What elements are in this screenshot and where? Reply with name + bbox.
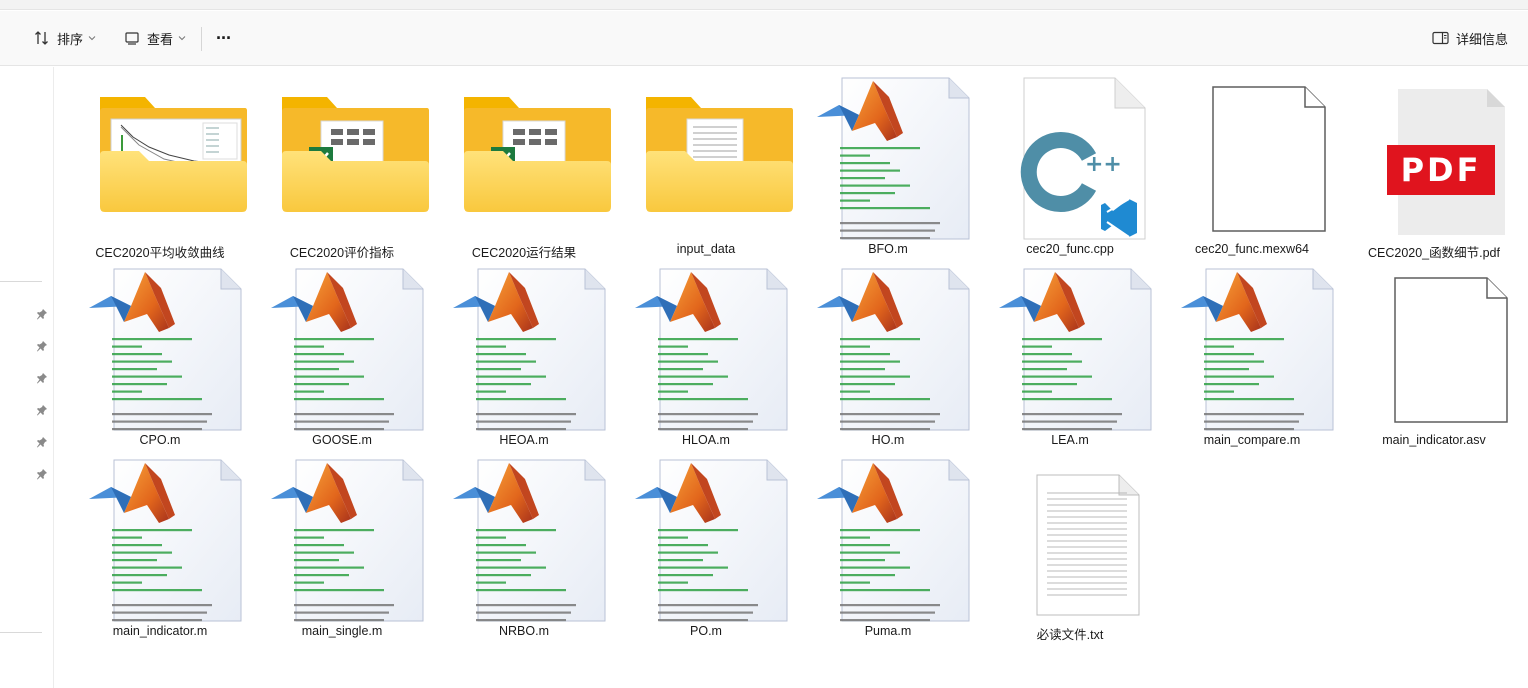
file-item[interactable]: CEC2020平均收敛曲线 [69, 67, 251, 260]
file-item[interactable]: cec20_func.mexw64 [1161, 67, 1343, 258]
folder-icon [251, 75, 433, 241]
file-item[interactable]: main_single.m [251, 449, 433, 640]
matlab-file-icon [251, 457, 433, 629]
file-item[interactable]: GOOSE.m [251, 258, 433, 449]
file-item[interactable]: HLOA.m [615, 258, 797, 449]
file-name: NRBO.m [499, 624, 549, 638]
file-name: input_data [676, 242, 736, 256]
file-name: BFO.m [868, 242, 908, 256]
matlab-file-icon [797, 75, 979, 247]
file-item[interactable]: PDF CEC2020_函数细节.pdf [1343, 67, 1525, 260]
pin-icon[interactable] [36, 339, 48, 352]
file-item[interactable]: CPO.m [69, 258, 251, 449]
command-bar: 排序 查看 ··· 详细信息 [0, 11, 1528, 66]
details-pane-label: 详细信息 [1456, 31, 1509, 47]
view-label: 查看 [147, 31, 174, 47]
chevron-down-icon [88, 36, 96, 41]
matlab-file-icon [69, 457, 251, 629]
view-icon [125, 32, 139, 45]
details-pane-button[interactable]: 详细信息 [1432, 25, 1508, 51]
file-name: HLOA.m [682, 433, 730, 447]
more-options-button[interactable]: ··· [216, 25, 232, 51]
file-item[interactable]: HO.m [797, 258, 979, 449]
navigation-pane [0, 67, 54, 688]
details-pane-icon [1432, 31, 1449, 45]
file-item[interactable]: main_compare.m [1161, 258, 1343, 449]
file-item[interactable]: 必读文件.txt [979, 449, 1161, 642]
file-name: cec20_func.mexw64 [1195, 242, 1309, 256]
title-strip [0, 0, 1528, 10]
folder-icon [433, 75, 615, 241]
pin-icon[interactable] [36, 403, 48, 416]
chevron-down-icon [178, 36, 186, 41]
file-name: 必读文件.txt [1036, 628, 1104, 642]
folder-icon [615, 75, 797, 241]
file-name: main_indicator.m [112, 624, 208, 638]
sort-icon [35, 31, 48, 45]
matlab-file-icon [433, 457, 615, 629]
text-file-icon [979, 457, 1161, 623]
sort-button[interactable]: 排序 [34, 25, 96, 51]
matlab-file-icon [797, 266, 979, 438]
pin-icon[interactable] [36, 307, 48, 320]
pin-icon[interactable] [36, 467, 48, 480]
file-item[interactable]: Puma.m [797, 449, 979, 640]
file-name: LEA.m [1051, 433, 1089, 447]
svg-text:PDF: PDF [1401, 151, 1482, 189]
file-item[interactable]: CEC2020评价指标 [251, 67, 433, 260]
pin-icon[interactable] [36, 371, 48, 384]
blank-file-icon [1343, 266, 1525, 432]
svg-text:++: ++ [1085, 152, 1122, 177]
file-item[interactable]: HEOA.m [433, 258, 615, 449]
matlab-file-icon [797, 457, 979, 629]
nav-divider [0, 632, 42, 633]
matlab-file-icon [1161, 266, 1343, 438]
file-name: HEOA.m [499, 433, 549, 447]
matlab-file-icon [251, 266, 433, 438]
file-item[interactable]: BFO.m [797, 67, 979, 258]
file-item[interactable]: PO.m [615, 449, 797, 640]
file-item[interactable]: ++ cec20_func.cpp [979, 67, 1161, 258]
file-name: CPO.m [139, 433, 181, 447]
file-item[interactable]: input_data [615, 67, 797, 258]
file-item[interactable]: LEA.m [979, 258, 1161, 449]
view-button[interactable]: 查看 [124, 25, 186, 51]
toolbar-separator [201, 27, 202, 51]
file-item[interactable]: main_indicator.m [69, 449, 251, 640]
cpp-file-icon: ++ [979, 75, 1161, 241]
pdf-file-icon: PDF [1343, 75, 1525, 241]
more-options-icon: ··· [216, 27, 232, 48]
file-name: Puma.m [864, 624, 912, 638]
file-name: PO.m [690, 624, 722, 638]
file-name: cec20_func.cpp [1026, 242, 1114, 256]
pin-icon[interactable] [36, 435, 48, 448]
matlab-file-icon [69, 266, 251, 438]
folder-icon [69, 75, 251, 241]
file-name: GOOSE.m [312, 433, 372, 447]
file-name: HO.m [871, 433, 905, 447]
sort-label: 排序 [57, 31, 84, 47]
file-item[interactable]: NRBO.m [433, 449, 615, 640]
file-item[interactable]: main_indicator.asv [1343, 258, 1525, 449]
file-name: main_compare.m [1203, 433, 1301, 447]
file-name: main_indicator.asv [1382, 433, 1486, 447]
file-name: main_single.m [301, 624, 383, 638]
file-list: CEC2020平均收敛曲线 CEC2020评价指标 CEC2020运行结果 in… [55, 67, 1528, 688]
blank-file-icon [1161, 75, 1343, 241]
matlab-file-icon [979, 266, 1161, 438]
nav-divider [0, 281, 42, 282]
matlab-file-icon [433, 266, 615, 438]
matlab-file-icon [615, 457, 797, 629]
matlab-file-icon [615, 266, 797, 438]
file-item[interactable]: CEC2020运行结果 [433, 67, 615, 260]
